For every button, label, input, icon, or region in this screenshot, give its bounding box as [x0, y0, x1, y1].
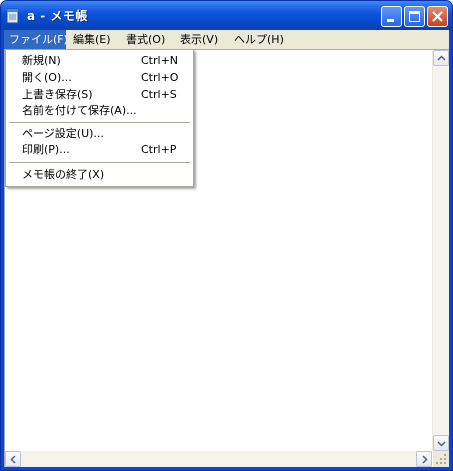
- notepad-window: a - メモ帳 ファイル(F) 編集(E) 書式(O) 表示(V) ヘルプ(H): [0, 0, 453, 471]
- menu-file[interactable]: ファイル(F): [4, 30, 68, 49]
- arrow-right-icon: [422, 455, 428, 464]
- close-button[interactable]: [427, 6, 448, 27]
- file-menu-item-page-setup[interactable]: ページ設定(U)...: [8, 125, 191, 142]
- arrow-up-icon: [437, 55, 446, 61]
- scroll-down-button[interactable]: [433, 435, 449, 451]
- scroll-up-button[interactable]: [433, 50, 449, 66]
- menu-separator: [9, 162, 190, 163]
- menu-item-label: 印刷(P)...: [22, 143, 70, 156]
- file-menu-item-exit[interactable]: メモ帳の終了(X): [8, 166, 191, 183]
- scroll-right-button[interactable]: [416, 451, 432, 467]
- menu-item-label: 開く(O)...: [22, 71, 72, 84]
- vertical-scrollbar[interactable]: [432, 50, 449, 451]
- maximize-icon: [409, 11, 420, 22]
- close-icon: [432, 11, 443, 22]
- file-menu-item-save[interactable]: 上書き保存(S) Ctrl+S: [8, 86, 191, 103]
- arrow-left-icon: [10, 455, 16, 464]
- title-bar[interactable]: a - メモ帳: [1, 1, 452, 30]
- maximize-button[interactable]: [404, 6, 425, 27]
- resize-grip-icon: [436, 454, 446, 464]
- resize-grip[interactable]: [433, 451, 449, 467]
- minimize-button[interactable]: [381, 6, 402, 27]
- menu-item-label: 上書き保存(S): [22, 88, 93, 101]
- menu-item-shortcut: Ctrl+P: [141, 143, 177, 156]
- menu-view[interactable]: 表示(V): [175, 30, 223, 49]
- scroll-left-button[interactable]: [5, 451, 21, 467]
- file-menu-item-print[interactable]: 印刷(P)... Ctrl+P: [8, 141, 191, 158]
- menu-item-label: メモ帳の終了(X): [22, 168, 105, 181]
- window-title: a - メモ帳: [27, 9, 88, 23]
- menu-item-shortcut: Ctrl+O: [141, 71, 179, 84]
- menu-bar: ファイル(F) 編集(E) 書式(O) 表示(V) ヘルプ(H): [4, 30, 449, 49]
- file-menu-item-new[interactable]: 新規(N) Ctrl+N: [8, 52, 191, 69]
- menu-item-shortcut: Ctrl+S: [141, 88, 177, 101]
- arrow-down-icon: [437, 441, 446, 447]
- menu-format[interactable]: 書式(O): [121, 30, 170, 49]
- notepad-app-icon[interactable]: [6, 7, 20, 24]
- file-menu-item-save-as[interactable]: 名前を付けて保存(A)...: [8, 102, 191, 119]
- menu-separator: [9, 122, 190, 123]
- horizontal-scrollbar[interactable]: [5, 451, 432, 467]
- menu-item-label: 新規(N): [22, 54, 61, 67]
- file-menu-dropdown: 新規(N) Ctrl+N 開く(O)... Ctrl+O 上書き保存(S) Ct…: [5, 49, 194, 187]
- menu-help[interactable]: ヘルプ(H): [229, 30, 289, 49]
- menu-edit[interactable]: 編集(E): [68, 30, 116, 49]
- menu-item-shortcut: Ctrl+N: [141, 54, 179, 67]
- minimize-icon: [387, 19, 394, 22]
- file-menu-item-open[interactable]: 開く(O)... Ctrl+O: [8, 69, 191, 86]
- menu-item-label: 名前を付けて保存(A)...: [22, 104, 137, 117]
- menu-item-label: ページ設定(U)...: [22, 127, 104, 140]
